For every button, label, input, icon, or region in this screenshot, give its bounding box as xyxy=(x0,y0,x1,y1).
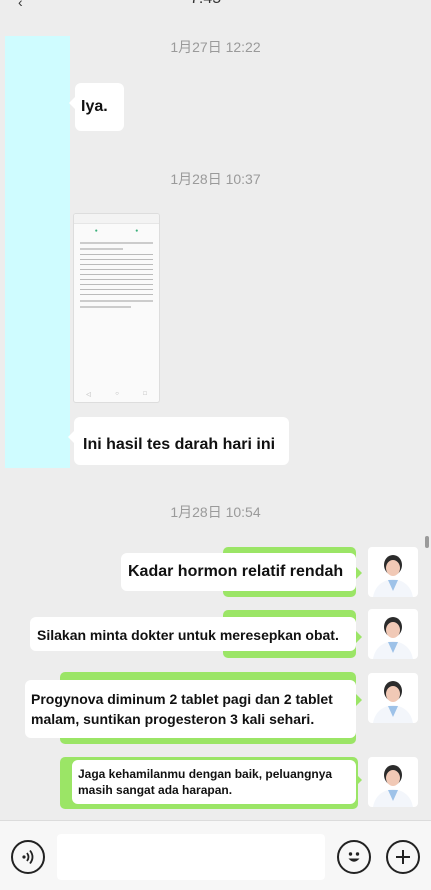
timestamp: 1月28日 10:54 xyxy=(170,504,261,520)
chat-input-bar xyxy=(0,820,431,890)
voice-icon[interactable] xyxy=(11,840,45,874)
incoming-message[interactable]: Ini hasil tes darah hari ini xyxy=(68,417,289,465)
timestamp: 1月27日 12:22 xyxy=(170,39,261,55)
scrollbar[interactable] xyxy=(425,536,429,548)
doctor-avatar[interactable] xyxy=(368,757,418,807)
doctor-avatar[interactable] xyxy=(368,547,418,597)
status-clock: 7:45 xyxy=(190,0,221,8)
doctor-avatar-image xyxy=(373,617,413,659)
back-icon[interactable]: ‹ xyxy=(18,0,23,10)
doctor-avatar-image xyxy=(373,765,413,807)
message-input[interactable] xyxy=(57,834,325,880)
message-text: Progynova diminum 2 tablet pagi dan 2 ta… xyxy=(31,691,333,727)
message-text: Ini hasil tes darah hari ini xyxy=(83,436,276,453)
plus-icon[interactable] xyxy=(386,840,420,874)
emoji-icon[interactable] xyxy=(337,840,371,874)
message-text: Silakan minta dokter untuk meresepkan ob… xyxy=(37,627,339,643)
doctor-avatar[interactable] xyxy=(368,609,418,659)
doctor-avatar-image xyxy=(373,681,413,723)
doctor-avatar-image xyxy=(373,555,413,597)
outgoing-message[interactable]: Kadar hormon relatif rendah xyxy=(121,553,362,591)
message-text: Iya. xyxy=(81,98,108,115)
image-message-thumbnail[interactable]: ● ● ◁ ○ □ xyxy=(73,213,160,403)
timestamp: 1月28日 10:37 xyxy=(170,171,261,187)
message-text: Jaga kehamilanmu dengan baik, peluangnya… xyxy=(78,767,333,797)
redacted-avatar-area xyxy=(5,36,70,468)
outgoing-message[interactable]: Progynova diminum 2 tablet pagi dan 2 ta… xyxy=(25,680,362,738)
message-text: Kadar hormon relatif rendah xyxy=(128,563,344,580)
outgoing-message[interactable]: Jaga kehamilanmu dengan baik, peluangnya… xyxy=(72,760,362,804)
doctor-avatar[interactable] xyxy=(368,673,418,723)
incoming-message[interactable]: Iya. xyxy=(69,83,124,131)
outgoing-message[interactable]: Silakan minta dokter untuk meresepkan ob… xyxy=(30,617,362,651)
status-bar: ‹ 7:45 xyxy=(0,0,431,10)
